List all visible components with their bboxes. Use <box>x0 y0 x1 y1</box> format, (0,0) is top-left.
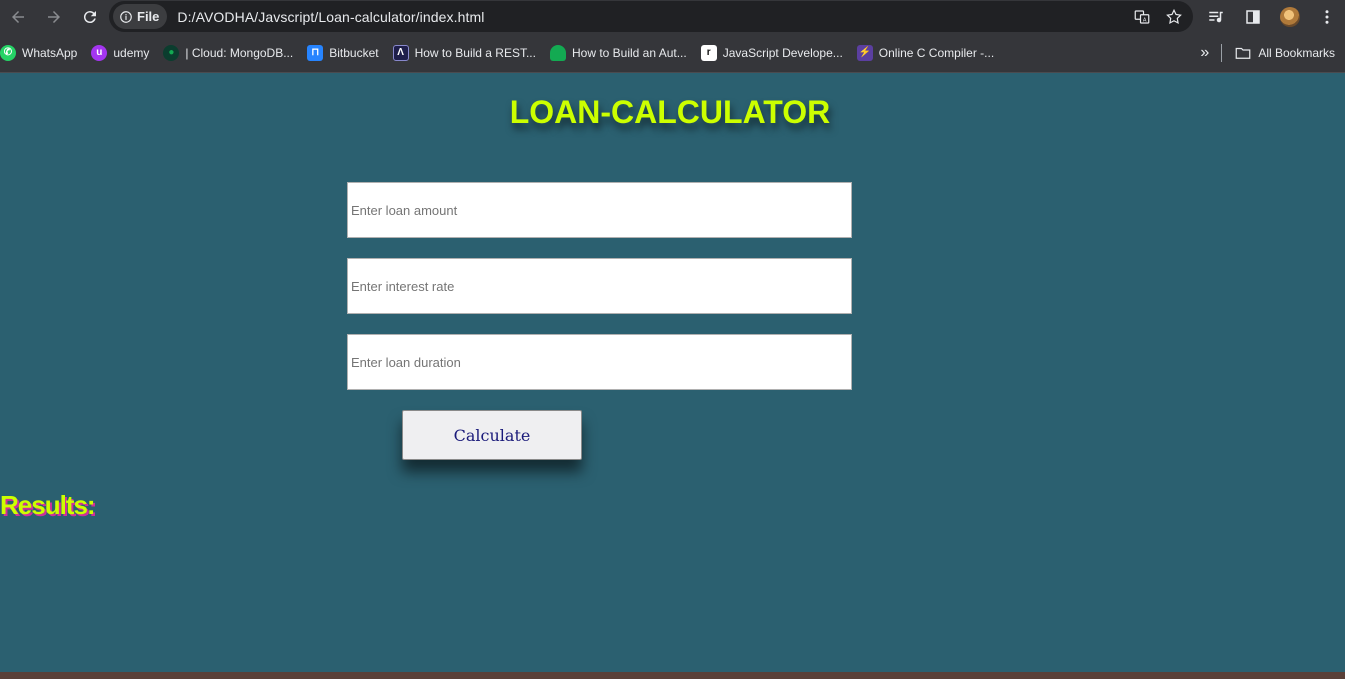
bookmark-label: How to Build an Aut... <box>571 45 687 60</box>
bookmark-label: WhatsApp <box>22 45 78 60</box>
rest-icon: Λ <box>392 44 409 61</box>
bookmark-label: | Cloud: MongoDB... <box>185 45 294 60</box>
bookmark-star-icon[interactable] <box>1165 8 1183 26</box>
bookmark-label: Online C Compiler -... <box>878 45 995 60</box>
loan-duration-input[interactable] <box>347 334 852 390</box>
divider <box>1221 44 1223 62</box>
bookmark-bitbucket[interactable]: ⊓ Bitbucket <box>300 39 385 67</box>
mongodb-leaf-icon <box>549 44 566 61</box>
bookmark-rest[interactable]: Λ How to Build a REST... <box>386 39 543 67</box>
browser-toolbar: File D:/AVODHA/Javscript/Loan-calculator… <box>0 0 1345 33</box>
arrow-right-icon <box>48 10 60 23</box>
profile-button[interactable] <box>1271 0 1308 33</box>
info-icon <box>120 10 132 23</box>
more-bookmarks-icon[interactable]: » <box>1200 44 1209 62</box>
bookmark-udemy[interactable]: u udemy <box>84 39 156 67</box>
media-control-button[interactable] <box>1197 0 1234 33</box>
reload-button[interactable] <box>72 0 108 33</box>
playlist-icon <box>1208 11 1223 22</box>
results-heading: Results: <box>0 490 96 520</box>
more-vert-icon <box>1325 9 1328 24</box>
bookmark-mongodb[interactable]: ● | Cloud: MongoDB... <box>156 39 300 67</box>
reload-icon <box>83 10 96 23</box>
bookmark-online-compiler[interactable]: ⚡ Online C Compiler -... <box>850 39 1001 67</box>
all-bookmarks-button[interactable]: All Bookmarks <box>1234 39 1335 67</box>
bookmark-label: udemy <box>113 45 150 60</box>
avatar <box>1279 6 1300 27</box>
back-button[interactable] <box>0 0 36 33</box>
side-panel-button[interactable] <box>1234 0 1271 33</box>
bookmark-label: JavaScript Develope... <box>722 45 843 60</box>
bookmarks-bar: ✆ WhatsApp u udemy ● | Cloud: MongoDB...… <box>0 33 1345 73</box>
site-info-chip[interactable]: File <box>113 4 168 29</box>
url-text[interactable]: D:/AVODHA/Javscript/Loan-calculator/inde… <box>177 9 484 25</box>
translate-icon[interactable]: A <box>1133 8 1151 26</box>
page-title: LOAN-CALCULATOR <box>509 94 831 130</box>
all-bookmarks-label: All Bookmarks <box>1258 46 1335 60</box>
bookmark-auth[interactable]: How to Build an Aut... <box>543 39 694 67</box>
svg-text:A: A <box>1143 17 1147 23</box>
site-chip-label: File <box>137 9 160 24</box>
side-panel-icon <box>1245 9 1260 24</box>
bookmark-label: How to Build a REST... <box>414 45 536 60</box>
forward-button[interactable] <box>36 0 72 33</box>
udemy-icon: u <box>91 44 108 61</box>
mongodb-icon: ● <box>163 44 180 61</box>
folder-icon <box>1235 47 1251 59</box>
interest-rate-input[interactable] <box>347 258 852 314</box>
bookmark-whatsapp[interactable]: ✆ WhatsApp <box>0 39 84 67</box>
loan-amount-input[interactable] <box>347 182 852 238</box>
bookmark-label: Bitbucket <box>329 45 379 60</box>
whatsapp-icon: ✆ <box>0 44 16 61</box>
address-bar[interactable]: File D:/AVODHA/Javscript/Loan-calculator… <box>109 1 1193 32</box>
bitbucket-icon: ⊓ <box>307 44 324 61</box>
calculate-button[interactable]: Calculate <box>402 410 582 460</box>
compiler-icon: ⚡ <box>856 44 873 61</box>
arrow-left-icon <box>12 10 24 23</box>
bottom-edge <box>0 672 1345 679</box>
page-content: LOAN-CALCULATOR Calculate Results: <box>0 74 1345 679</box>
js-dev-icon: r <box>700 44 717 61</box>
bookmark-js-developer[interactable]: r JavaScript Develope... <box>694 39 850 67</box>
menu-button[interactable] <box>1308 0 1345 33</box>
